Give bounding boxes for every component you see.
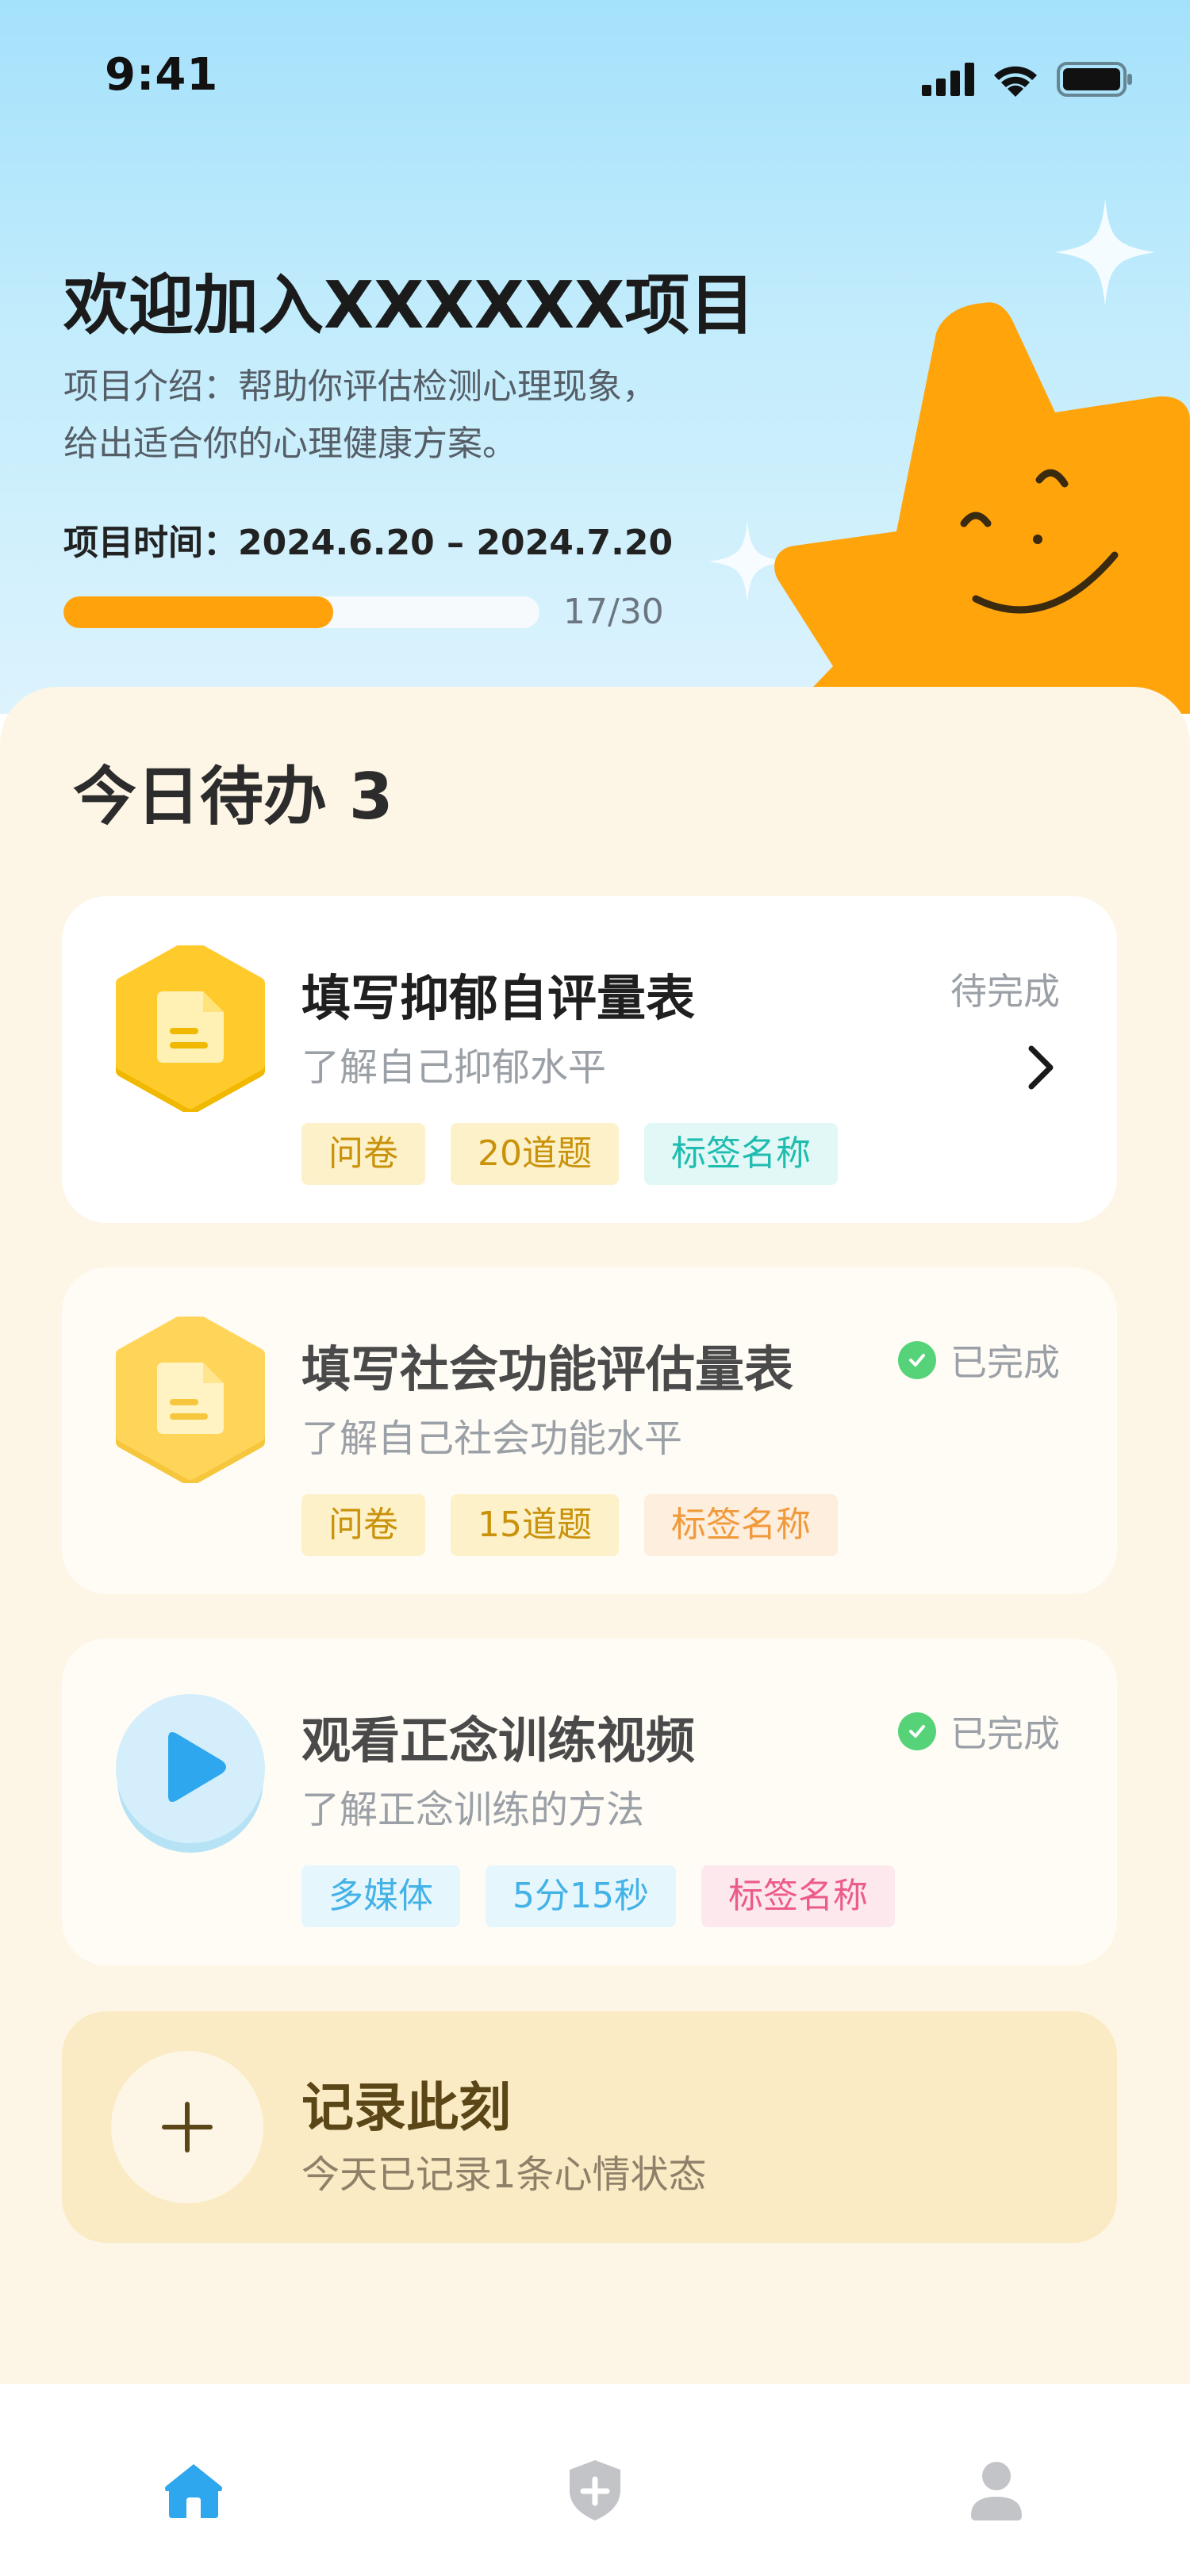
- todo-card-depression-scale[interactable]: 填写抑郁自评量表 了解自己抑郁水平 待完成 问卷 20道题 标签名称: [62, 896, 1117, 1223]
- project-intro-line-2: 给出适合你的心理健康方案。: [63, 424, 517, 464]
- card-tags: 多媒体 5分15秒 标签名称: [301, 1865, 895, 1927]
- status-icons: [922, 62, 1133, 97]
- status-time: 9:41: [105, 49, 219, 101]
- tag-type: 问卷: [301, 1123, 425, 1185]
- card-status: 已完成: [898, 1334, 1060, 1386]
- card-subtitle: 了解正念训练的方法: [301, 1788, 645, 1832]
- tag-count: 20道题: [451, 1123, 619, 1185]
- tab-home[interactable]: [162, 2459, 225, 2522]
- progress-text: 17/30: [563, 592, 664, 632]
- document-icon: [111, 1310, 270, 1486]
- sparkle-icon: [1055, 198, 1155, 306]
- record-title: 记录此刻: [301, 2077, 511, 2138]
- card-title: 观看正念训练视频: [301, 1712, 696, 1769]
- add-record-button[interactable]: [111, 2051, 263, 2203]
- card-tags: 问卷 20道题 标签名称: [301, 1123, 838, 1185]
- record-subtitle: 今天已记录1条心情状态: [301, 2152, 707, 2197]
- todo-section-title: 今日待办 3: [73, 760, 393, 834]
- card-status: 待完成: [950, 963, 1060, 1015]
- home-icon: [165, 2464, 222, 2518]
- check-circle-icon: [898, 1712, 936, 1750]
- tab-profile[interactable]: [965, 2459, 1028, 2522]
- tag-duration: 5分15秒: [486, 1865, 676, 1927]
- header-banner: 9:41 欢迎加入XXXXXX项目 项目介绍：帮助你评估检测心理现象， 给出适合…: [0, 0, 1190, 714]
- card-status-label: 已完成: [950, 1341, 1060, 1384]
- document-icon: [111, 939, 270, 1115]
- chevron-right-icon[interactable]: [1025, 1044, 1057, 1091]
- status-bar: 9:41: [0, 0, 1190, 151]
- card-status-label: 已完成: [950, 1712, 1060, 1755]
- tag-custom: 标签名称: [644, 1123, 838, 1185]
- record-moment-card[interactable]: 记录此刻 今天已记录1条心情状态: [62, 2011, 1117, 2243]
- sun-mascot-icon: [774, 302, 1190, 714]
- tab-health[interactable]: [563, 2459, 627, 2522]
- profile-icon: [971, 2462, 1022, 2520]
- battery-icon: [1057, 62, 1132, 97]
- project-intro: 项目介绍：帮助你评估检测心理现象， 给出适合你的心理健康方案。: [63, 358, 730, 473]
- tab-bar: [0, 2386, 1190, 2576]
- play-icon: [111, 1688, 270, 1854]
- card-status: 已完成: [898, 1705, 1060, 1758]
- tag-custom: 标签名称: [644, 1494, 838, 1556]
- card-title: 填写抑郁自评量表: [301, 969, 696, 1027]
- wifi-icon: [994, 66, 1037, 97]
- progress-bar: [63, 596, 539, 628]
- tag-custom: 标签名称: [701, 1865, 895, 1927]
- shield-plus-icon: [570, 2460, 620, 2520]
- progress-fill: [63, 596, 333, 628]
- tag-type: 问卷: [301, 1494, 425, 1556]
- tag-count: 15道题: [451, 1494, 619, 1556]
- todo-card-social-function-scale[interactable]: 填写社会功能评估量表 了解自己社会功能水平 已完成 问卷 15道题 标签名称: [62, 1267, 1117, 1594]
- page-title: 欢迎加入XXXXXX项目: [63, 268, 755, 343]
- todo-card-mindfulness-video[interactable]: 观看正念训练视频 了解正念训练的方法 已完成 多媒体 5分15秒 标签名称: [62, 1639, 1117, 1965]
- check-circle-icon: [898, 1341, 936, 1379]
- project-period: 项目时间：2024.6.20 – 2024.7.20: [63, 523, 674, 563]
- card-title: 填写社会功能评估量表: [301, 1340, 794, 1398]
- card-tags: 问卷 15道题 标签名称: [301, 1494, 838, 1556]
- project-intro-line-1: 项目介绍：帮助你评估检测心理现象，: [63, 366, 657, 407]
- tag-type: 多媒体: [301, 1865, 460, 1927]
- signal-icon: [922, 63, 974, 96]
- card-subtitle: 了解自己抑郁水平: [301, 1045, 607, 1090]
- plus-icon: [162, 2102, 213, 2152]
- card-subtitle: 了解自己社会功能水平: [301, 1416, 683, 1461]
- card-status-label: 待完成: [950, 970, 1060, 1013]
